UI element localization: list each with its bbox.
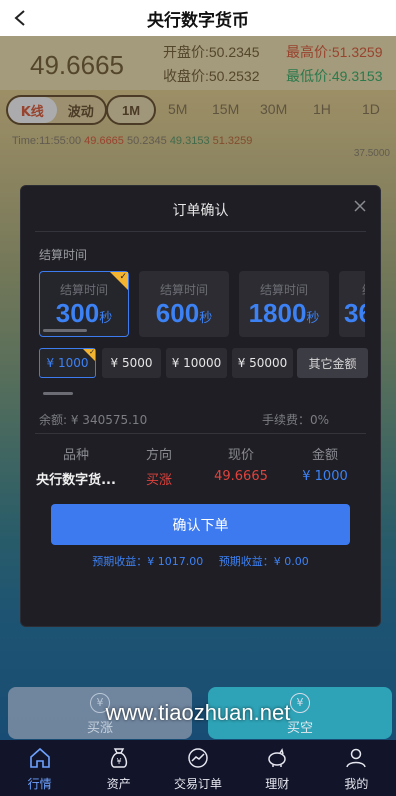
other-amount-button[interactable]: 其它金额 xyxy=(297,348,368,378)
chart-circle-icon xyxy=(186,746,210,770)
duration-option-600[interactable]: 结算时间 600秒 xyxy=(139,271,229,337)
cell-product: 央行数字货... xyxy=(36,473,116,488)
duration-unit: 秒 xyxy=(99,311,113,326)
amount-label: ¥ 10000 xyxy=(171,356,222,370)
nav-label: 我的 xyxy=(344,777,369,791)
money-bag-icon: ¥ xyxy=(107,746,131,770)
back-button[interactable] xyxy=(8,4,32,32)
amount-option-1000[interactable]: ¥ 1000 ✓ xyxy=(39,348,96,378)
cell-direction: 买涨 xyxy=(145,473,172,488)
duration-scroll-indicator xyxy=(43,329,87,332)
check-icon: ✓ xyxy=(119,272,127,282)
piggy-bank-icon xyxy=(265,746,289,770)
duration-unit: 秒 xyxy=(199,311,213,326)
user-icon xyxy=(344,746,368,770)
amount-option-10000[interactable]: ¥ 10000 xyxy=(166,348,227,378)
balance-text: 余额: ¥ 340575.10 xyxy=(39,413,148,427)
nav-item-profile[interactable]: 我的 xyxy=(317,740,396,796)
duration-option-3600[interactable]: 结 36 xyxy=(339,271,365,337)
divider xyxy=(35,231,366,232)
dialog-title: 订单确认 xyxy=(172,203,229,219)
check-icon: ✓ xyxy=(89,348,95,356)
amount-option-5000[interactable]: ¥ 5000 xyxy=(102,348,161,378)
bottom-nav: 行情 ¥ 资产 交易订单 理财 我的 xyxy=(0,740,396,796)
amount-scroll-indicator xyxy=(43,392,73,395)
top-bar: 央行数字货币 xyxy=(0,0,396,36)
fee-text: 手续费：0% xyxy=(262,413,330,427)
nav-item-market[interactable]: 行情 xyxy=(0,740,79,796)
nav-label: 交易订单 xyxy=(174,777,223,791)
expected-profit-loss: 预期收益：¥ 0.00 xyxy=(218,555,309,568)
amount-options: ¥ 1000 ✓ ¥ 5000 ¥ 10000 ¥ 50000 其它金额 xyxy=(39,348,369,380)
amount-option-50000[interactable]: ¥ 50000 xyxy=(232,348,293,378)
amount-label: ¥ 5000 xyxy=(110,356,153,370)
nav-item-finance[interactable]: 理财 xyxy=(238,740,317,796)
duration-number: 1800 xyxy=(248,298,307,328)
duration-value: 300秒 xyxy=(40,298,128,329)
confirm-order-button[interactable]: 确认下单 xyxy=(51,504,350,545)
expected-profit: 预期收益：¥ 1017.00 预期收益：¥ 0.00 xyxy=(21,553,380,569)
nav-item-orders[interactable]: 交易订单 xyxy=(158,740,237,796)
cell-amount: ¥ 1000 xyxy=(302,469,348,484)
settlement-time-label: 结算时间 xyxy=(39,248,88,262)
expected-profit-win: 预期收益：¥ 1017.00 xyxy=(92,555,204,568)
cell-price: 49.6665 xyxy=(214,469,268,484)
duration-number: 36 xyxy=(344,298,365,328)
order-confirm-dialog: 订单确认 结算时间 结算时间 300秒 ✓ 结算时间 600秒 结算时间 180… xyxy=(20,185,381,627)
close-button[interactable] xyxy=(352,198,368,214)
duration-option-300[interactable]: 结算时间 300秒 ✓ xyxy=(39,271,129,337)
home-icon xyxy=(28,746,52,770)
duration-label: 结算时间 xyxy=(259,283,308,297)
close-icon xyxy=(354,200,366,212)
page-title: 央行数字货币 xyxy=(147,10,249,31)
duration-number: 600 xyxy=(155,298,200,328)
chevron-left-icon xyxy=(14,10,25,26)
duration-value: 1800秒 xyxy=(240,298,328,329)
header-product: 品种 xyxy=(62,448,89,463)
header-price: 现价 xyxy=(227,448,254,463)
duration-unit: 秒 xyxy=(306,311,320,326)
duration-value: 36 xyxy=(340,298,365,329)
duration-label: 结 xyxy=(340,281,365,298)
svg-text:¥: ¥ xyxy=(116,757,121,766)
duration-value: 600秒 xyxy=(140,298,228,329)
header-direction: 方向 xyxy=(145,448,172,463)
duration-option-1800[interactable]: 结算时间 1800秒 xyxy=(239,271,329,337)
nav-label: 理财 xyxy=(265,777,290,791)
duration-number: 300 xyxy=(55,298,100,328)
header-amount: 金额 xyxy=(311,448,338,463)
amount-label: ¥ 50000 xyxy=(237,356,288,370)
nav-item-assets[interactable]: ¥ 资产 xyxy=(79,740,158,796)
duration-label: 结算时间 xyxy=(159,283,208,297)
nav-label: 行情 xyxy=(27,777,52,791)
nav-label: 资产 xyxy=(106,777,131,791)
duration-options: 结算时间 300秒 ✓ 结算时间 600秒 结算时间 1800秒 结 36 xyxy=(39,271,365,337)
watermark: www.tiaozhuan.net xyxy=(105,700,291,725)
divider xyxy=(35,433,366,434)
